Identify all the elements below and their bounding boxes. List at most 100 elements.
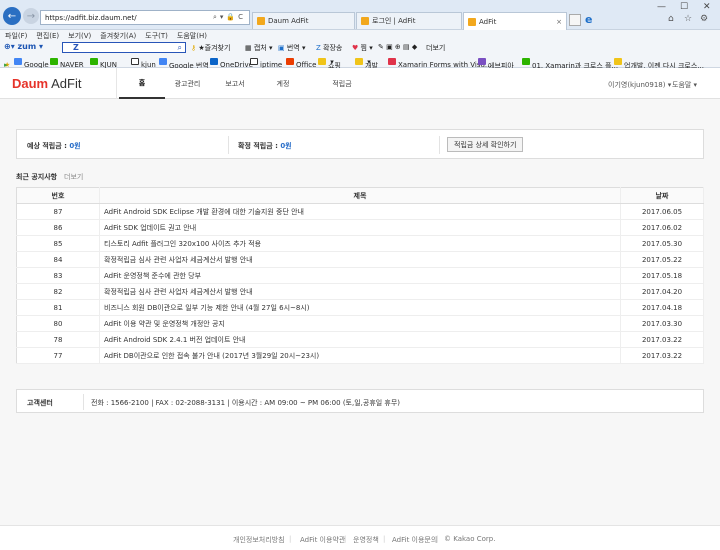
notice-row[interactable]: 84 확정적립금 심사 관련 사업자 세금계산서 발행 안내 2017.05.22: [16, 251, 704, 268]
fav-onedrive[interactable]: OneDrive: [210, 58, 253, 69]
notice-title-link[interactable]: 확정적립금 심사 관련 사업자 세금계산서 발행 안내: [99, 283, 621, 300]
tab-adfit-active[interactable]: AdFit ×: [463, 12, 567, 30]
notice-date: 2017.03.22: [620, 331, 704, 348]
notice-number: 77: [16, 347, 100, 364]
fav-office[interactable]: Office: [286, 58, 316, 69]
nav-earnings[interactable]: 적립금: [319, 68, 365, 99]
notice-date: 2017.05.22: [620, 251, 704, 268]
footer-separator: |: [344, 535, 347, 543]
search-icon[interactable]: ⌕: [178, 43, 182, 53]
close-tab-icon[interactable]: ×: [556, 18, 562, 26]
adfit-logo[interactable]: Daum AdFit: [12, 76, 81, 91]
toolbar-hwaksong[interactable]: Z 확장송: [316, 43, 342, 53]
fav-iptime[interactable]: iptime: [250, 58, 282, 69]
folder-icon: [318, 58, 326, 65]
toolbar-capture[interactable]: ▦ 캡처 ▾: [245, 43, 273, 53]
blog-icon: [614, 58, 622, 65]
onedrive-icon: [210, 58, 218, 65]
settings-gear-icon[interactable]: ⚙: [700, 14, 708, 24]
notice-row[interactable]: 85 티스토리 Adfit 플러그인 320x100 사이즈 추가 적용 2017.…: [16, 235, 704, 252]
user-menu[interactable]: 이기영(kjun0918) ▾: [608, 80, 671, 90]
forward-button[interactable]: →: [23, 8, 39, 24]
menu-help[interactable]: 도움말(H): [177, 31, 207, 41]
minimize-icon[interactable]: —: [657, 2, 666, 12]
notice-table: 번호 제목 날짜 87 AdFit Android SDK Eclipse 개발 …: [16, 187, 704, 364]
notice-date: 2017.03.30: [620, 315, 704, 332]
help-menu[interactable]: 도움말 ▾: [672, 80, 697, 90]
notice-title-link[interactable]: AdFit DB이관으로 인한 접속 불가 안내 (2017년 3월29일 20…: [99, 347, 621, 364]
fav-ebpia[interactable]: 에브피아: [478, 58, 514, 70]
notice-number: 80: [16, 315, 100, 332]
fav-google-translate[interactable]: Google 번역: [159, 58, 209, 70]
fav-xamarin-cross[interactable]: 01. Xamarin과 크로스 플...: [522, 58, 618, 70]
daum-logo-text: Daum: [12, 76, 49, 91]
earnings-detail-button[interactable]: 적립금 상세 확인하기: [447, 137, 524, 152]
fav-shopping[interactable]: 쇼핑 ▾: [318, 58, 341, 70]
notice-title-link[interactable]: 티스토리 Adfit 플러그인 320x100 사이즈 추가 적용: [99, 235, 621, 252]
fav-dev[interactable]: 개발 ▾: [355, 58, 378, 70]
menu-edit[interactable]: 편집(E): [36, 31, 59, 41]
notice-row[interactable]: 80 AdFit 이용 약관 및 운영정책 개정안 공지 2017.03.30: [16, 315, 704, 332]
notice-row[interactable]: 87 AdFit Android SDK Eclipse 개발 환경에 대한 기술…: [16, 203, 704, 220]
fav-kjun-lower[interactable]: kjun: [131, 58, 156, 69]
zum-logo[interactable]: ⊕▾ zum ▾: [4, 42, 43, 51]
notice-number: 81: [16, 299, 100, 316]
header-date: 날짜: [620, 187, 704, 204]
footer-policy-link[interactable]: 운영정책: [353, 535, 379, 545]
notice-rows: 87 AdFit Android SDK Eclipse 개발 환경에 대한 기술…: [16, 203, 704, 364]
menu-favorites[interactable]: 즐겨찾기(A): [100, 31, 136, 41]
back-button[interactable]: ←: [3, 7, 21, 25]
menu-file[interactable]: 파일(F): [5, 31, 27, 41]
notice-title-link[interactable]: 확정적립금 심사 관련 사업자 세금계산서 발행 안내: [99, 251, 621, 268]
nav-home[interactable]: 홈: [119, 68, 165, 99]
favorites-star-icon[interactable]: ☆: [684, 14, 692, 24]
address-tools-icon[interactable]: ⌕▾🔒C: [213, 13, 246, 22]
ie-logo-icon: e: [585, 13, 593, 26]
fav-app-dev[interactable]: 업개발, 이젠 다시 크로스...: [614, 58, 704, 70]
nav-account[interactable]: 계정: [260, 68, 306, 99]
notice-title-link[interactable]: AdFit Android SDK 2.4.1 버전 업데이트 안내: [99, 331, 621, 348]
footer-inquiry-link[interactable]: AdFit 이용문의: [392, 535, 437, 545]
address-bar[interactable]: https://adfit.biz.daum.net/ ⌕▾🔒C: [40, 10, 250, 25]
notice-title-link[interactable]: AdFit SDK 업데이트 권고 안내: [99, 219, 621, 236]
notice-row[interactable]: 78 AdFit Android SDK 2.4.1 버전 업데이트 안내 2017…: [16, 331, 704, 348]
heart-icon: ♥: [352, 44, 359, 52]
google-icon: [14, 58, 22, 65]
close-window-icon[interactable]: ✕: [703, 2, 711, 12]
home-icon[interactable]: ⌂: [668, 14, 674, 24]
toolbar-translate[interactable]: ▣ 번역 ▾: [278, 43, 306, 53]
menu-tools[interactable]: 도구(T): [145, 31, 168, 41]
notice-title-link[interactable]: AdFit 이용 약관 및 운영정책 개정안 공지: [99, 315, 621, 332]
nav-ad-management[interactable]: 광고관리: [165, 68, 210, 99]
notice-date: 2017.06.02: [620, 219, 704, 236]
notice-title-link[interactable]: 비즈니스 회원 DB이관으로 일부 기능 제한 안내 (4월 27일 6시~8시…: [99, 299, 621, 316]
zum-search-input[interactable]: Z ⌕: [62, 42, 186, 53]
fav-google[interactable]: Google: [14, 58, 49, 69]
fav-naver[interactable]: NAVER: [50, 58, 84, 69]
footer-copyright: © Kakao Corp.: [444, 535, 496, 543]
toolbar-jjim[interactable]: ♥ 찜 ▾: [352, 43, 373, 53]
toolbar-more[interactable]: 더보기: [426, 43, 445, 53]
notice-row[interactable]: 83 AdFit 운영정책 준수에 관한 당부 2017.05.18: [16, 267, 704, 284]
notice-row[interactable]: 81 비즈니스 회원 DB이관으로 일부 기능 제한 안내 (4월 27일 6시~…: [16, 299, 704, 316]
fav-kjun-upper[interactable]: KJUN: [90, 58, 117, 69]
toolbar-favorites[interactable]: ⚷ ★즐겨찾기: [191, 43, 230, 53]
nav-reports[interactable]: 보고서: [212, 68, 258, 99]
notice-title-link[interactable]: AdFit Android SDK Eclipse 개발 환경에 대한 기술지원…: [99, 203, 621, 220]
footer-terms-link[interactable]: AdFit 이용약관: [300, 535, 345, 545]
notice-title-link[interactable]: AdFit 운영정책 준수에 관한 당부: [99, 267, 621, 284]
tab-daum-adfit[interactable]: Daum AdFit: [252, 12, 355, 29]
capture-icon: ▦: [245, 44, 252, 52]
footer-privacy-link[interactable]: 개인정보처리방침: [233, 535, 285, 545]
notice-row[interactable]: 82 확정적립금 심사 관련 사업자 세금계산서 발행 안내 2017.04.20: [16, 283, 704, 300]
toolbar-icon-group[interactable]: ✎ ▣ ⊕ ▤ ◆: [378, 43, 417, 51]
maximize-icon[interactable]: ☐: [680, 2, 688, 12]
new-tab-button[interactable]: [569, 14, 581, 26]
fav-xamarin[interactable]: Xamarin Forms with Visu...: [388, 58, 492, 69]
menu-view[interactable]: 보기(V): [68, 31, 91, 41]
tab-login-adfit[interactable]: 로그인 | AdFit: [356, 12, 462, 29]
notice-row[interactable]: 86 AdFit SDK 업데이트 권고 안내 2017.06.02: [16, 219, 704, 236]
toolbar-label: 확장송: [323, 44, 343, 52]
notice-more-link[interactable]: 더보기: [64, 172, 83, 182]
notice-row[interactable]: 77 AdFit DB이관으로 인한 접속 불가 안내 (2017년 3월29일 …: [16, 347, 704, 364]
